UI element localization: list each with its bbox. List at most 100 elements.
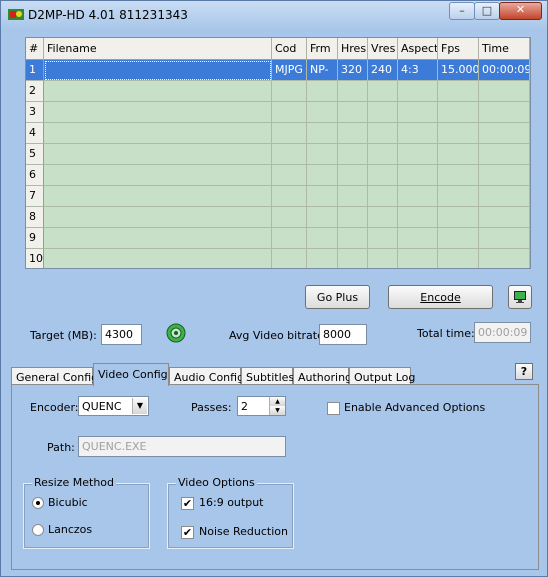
widescreen-label: 16:9 output xyxy=(199,496,264,509)
go-plus-button[interactable]: Go Plus xyxy=(305,285,370,309)
table-cell xyxy=(44,165,272,186)
column-header[interactable]: Time xyxy=(479,38,530,60)
table-row[interactable]: 6 xyxy=(26,165,530,186)
table-cell xyxy=(438,165,479,186)
table-cell xyxy=(479,102,530,123)
table-cell: 15.000 xyxy=(438,60,479,81)
table-cell xyxy=(398,165,438,186)
maximize-icon: □ xyxy=(481,4,493,17)
column-header[interactable]: Vres xyxy=(368,38,398,60)
table-cell xyxy=(368,207,398,228)
row-number: 7 xyxy=(26,186,44,207)
table-row[interactable]: 10 xyxy=(26,249,530,268)
column-header[interactable]: Fps xyxy=(438,38,479,60)
row-number: 1 xyxy=(26,60,44,81)
table-cell xyxy=(368,186,398,207)
table-cell xyxy=(338,228,368,249)
table-row[interactable]: 9 xyxy=(26,228,530,249)
table-cell xyxy=(438,81,479,102)
file-grid[interactable]: # Filename Cod Frm Hres Vres Aspect Fps Time 1 MJ… xyxy=(25,37,531,269)
chevron-down-icon[interactable]: ▼ xyxy=(132,398,147,414)
column-header[interactable]: Hres xyxy=(338,38,368,60)
table-row[interactable]: 4 xyxy=(26,123,530,144)
tab-general-config[interactable]: General Config xyxy=(11,367,98,385)
column-header[interactable]: # xyxy=(26,38,44,60)
maximize-button[interactable]: □ xyxy=(474,2,500,20)
table-cell xyxy=(398,123,438,144)
help-button[interactable]: ? xyxy=(515,363,533,380)
lanczos-radio[interactable] xyxy=(32,524,44,536)
table-row[interactable]: 1 MJPG NP- 320 240 4:3 15.000 00:00:09 xyxy=(26,60,530,81)
minimize-button[interactable]: – xyxy=(449,2,475,20)
table-cell xyxy=(438,249,479,268)
tab-authoring[interactable]: Authoring xyxy=(293,367,352,385)
bicubic-radio[interactable] xyxy=(32,497,44,509)
table-cell xyxy=(479,228,530,249)
table-cell xyxy=(272,186,307,207)
noise-reduction-label: Noise Reduction xyxy=(199,525,288,538)
table-row[interactable]: 5 xyxy=(26,144,530,165)
advanced-options-checkbox[interactable] xyxy=(327,402,340,415)
encoder-select[interactable]: QUENC ▼ xyxy=(78,396,149,416)
encode-button[interactable]: Encode xyxy=(388,285,493,309)
preview-button[interactable] xyxy=(508,285,532,309)
disc-icon[interactable] xyxy=(166,323,186,343)
table-cell: 4:3 xyxy=(398,60,438,81)
table-cell xyxy=(307,207,338,228)
widescreen-checkbox[interactable]: ✔ xyxy=(181,497,194,510)
title-bar[interactable]: D2MP-HD 4.01 811231343 – □ ✕ xyxy=(1,1,547,29)
column-header[interactable]: Filename xyxy=(44,38,272,60)
table-cell xyxy=(368,228,398,249)
table-cell xyxy=(272,165,307,186)
main-window: D2MP-HD 4.01 811231343 – □ ✕ # Filename Co… xyxy=(0,0,548,577)
column-header[interactable]: Frm xyxy=(307,38,338,60)
bitrate-input[interactable]: 8000 xyxy=(319,324,367,345)
table-cell xyxy=(338,186,368,207)
tab-subtitles[interactable]: Subtitles xyxy=(241,367,294,385)
table-cell xyxy=(338,102,368,123)
row-number: 6 xyxy=(26,165,44,186)
passes-value: 2 xyxy=(241,400,248,413)
resize-method-title: Resize Method xyxy=(32,476,116,489)
table-cell xyxy=(398,207,438,228)
spin-down-icon[interactable]: ▼ xyxy=(270,406,285,415)
close-button[interactable]: ✕ xyxy=(499,2,542,20)
row-number: 4 xyxy=(26,123,44,144)
noise-reduction-checkbox[interactable]: ✔ xyxy=(181,526,194,539)
minimize-icon: – xyxy=(459,4,465,17)
table-row[interactable]: 7 xyxy=(26,186,530,207)
passes-label: Passes: xyxy=(191,401,232,414)
table-cell xyxy=(368,81,398,102)
table-cell: 320 xyxy=(338,60,368,81)
tab-audio-config[interactable]: Audio Config xyxy=(169,367,244,385)
table-cell xyxy=(438,228,479,249)
table-cell xyxy=(272,123,307,144)
table-cell xyxy=(307,123,338,144)
table-cell xyxy=(307,165,338,186)
table-cell xyxy=(338,123,368,144)
passes-stepper[interactable]: 2 ▲ ▼ xyxy=(237,396,286,416)
row-number: 10 xyxy=(26,249,44,268)
tab-video-config[interactable]: Video Config xyxy=(93,363,169,386)
row-number: 9 xyxy=(26,228,44,249)
table-row[interactable]: 2 xyxy=(26,81,530,102)
table-cell xyxy=(307,102,338,123)
encoder-label: Encoder: xyxy=(30,401,79,414)
table-row[interactable]: 8 xyxy=(26,207,530,228)
table-row[interactable]: 3 xyxy=(26,102,530,123)
target-input[interactable]: 4300 xyxy=(101,324,142,345)
tab-output-log[interactable]: Output Log xyxy=(349,367,415,385)
column-header[interactable]: Cod xyxy=(272,38,307,60)
window-title: D2MP-HD 4.01 811231343 xyxy=(28,8,188,22)
table-cell xyxy=(44,228,272,249)
spin-up-icon[interactable]: ▲ xyxy=(270,397,285,406)
table-cell xyxy=(368,249,398,268)
table-cell xyxy=(44,249,272,268)
table-cell xyxy=(398,81,438,102)
column-header[interactable]: Aspect xyxy=(398,38,438,60)
table-cell: 00:00:09 xyxy=(479,60,530,81)
table-cell xyxy=(307,81,338,102)
app-icon xyxy=(8,9,24,20)
table-cell xyxy=(479,123,530,144)
table-cell xyxy=(44,186,272,207)
